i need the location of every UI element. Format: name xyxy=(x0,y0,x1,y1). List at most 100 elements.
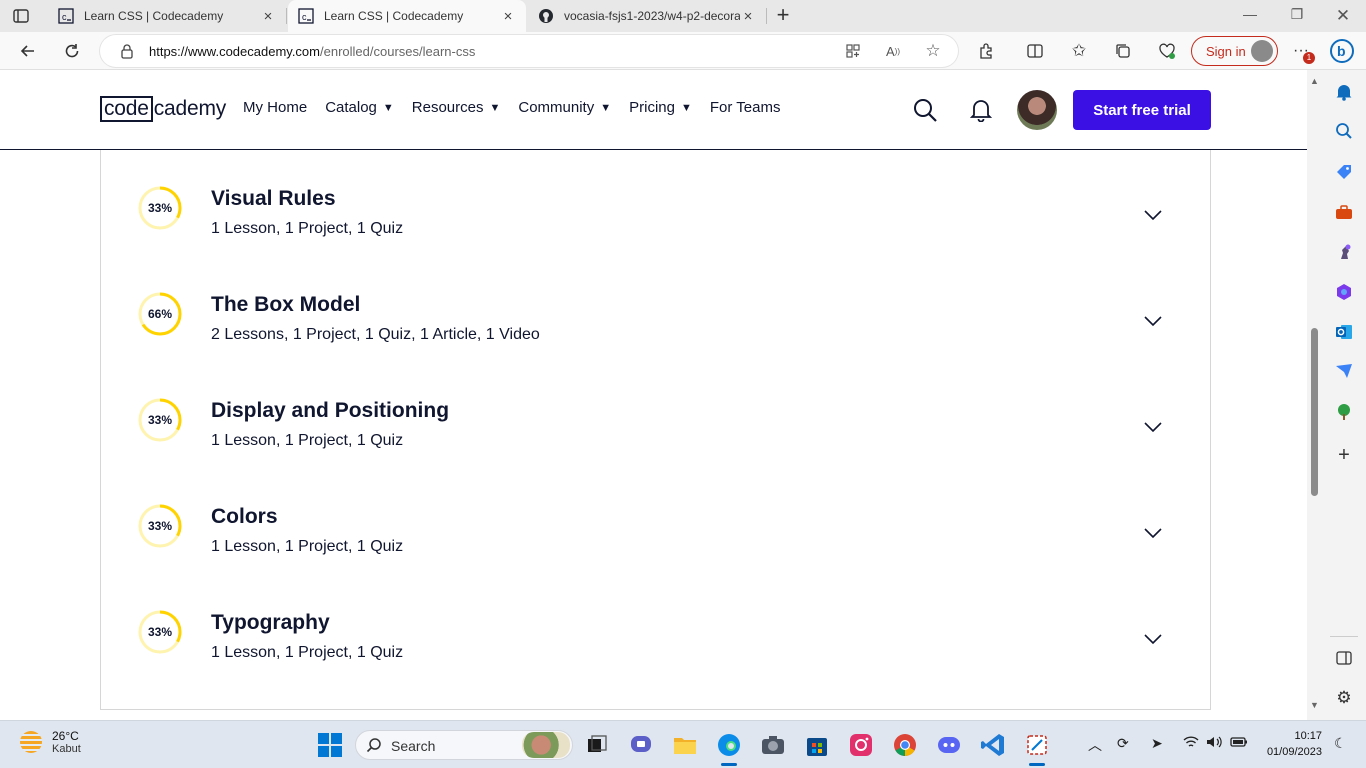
refresh-icon[interactable] xyxy=(60,39,84,63)
focus-moon-icon[interactable]: ☾ xyxy=(1334,735,1347,752)
sign-in-button[interactable]: Sign in xyxy=(1191,36,1278,66)
new-tab-button[interactable]: + xyxy=(772,4,794,27)
codecademy-logo[interactable]: code cademy xyxy=(100,96,226,122)
camera-icon[interactable] xyxy=(760,732,786,758)
collections-icon[interactable] xyxy=(1111,39,1135,63)
start-free-trial-button[interactable]: Start free trial xyxy=(1073,90,1211,130)
shopping-tag-icon[interactable] xyxy=(1334,162,1354,182)
discord-icon[interactable] xyxy=(936,732,962,758)
codecademy-favicon-icon: c xyxy=(298,8,314,24)
scrollbar-thumb[interactable] xyxy=(1311,328,1318,496)
page-scrollbar[interactable]: ▲ ▼ xyxy=(1307,70,1322,720)
vscode-icon[interactable] xyxy=(980,732,1006,758)
clock-time[interactable]: 10:17 xyxy=(1252,730,1322,742)
close-icon[interactable]: × xyxy=(500,8,516,25)
module-row[interactable]: 33% Colors 1 Lesson, 1 Project, 1 Quiz xyxy=(101,468,1210,574)
edge-browser-icon[interactable] xyxy=(716,732,742,758)
nav-label: Resources xyxy=(411,99,484,116)
windows-start-icon[interactable] xyxy=(317,732,343,758)
wifi-icon[interactable] xyxy=(1183,735,1199,752)
gear-icon[interactable]: ⚙ xyxy=(1334,688,1354,708)
minimize-icon[interactable]: — xyxy=(1240,6,1260,26)
main-nav: My Home Catalog ▼ Resources ▼ Community ▼ P… xyxy=(243,99,798,116)
chevron-down-icon[interactable] xyxy=(1142,522,1164,544)
module-row[interactable]: 66% The Box Model 2 Lessons, 1 Project, … xyxy=(101,256,1210,362)
scroll-down-arrow-icon[interactable]: ▼ xyxy=(1310,700,1319,710)
instagram-icon[interactable] xyxy=(848,732,874,758)
outlook-icon[interactable] xyxy=(1334,322,1354,342)
url-host: https://www.codecademy.com xyxy=(149,44,320,59)
module-title: Colors xyxy=(211,505,278,528)
browser-tab-3[interactable]: vocasia-fsjs1-2023/w4-p2-decora × xyxy=(528,0,766,32)
nav-my-home[interactable]: My Home xyxy=(243,99,307,116)
lock-icon[interactable] xyxy=(120,43,134,59)
teams-chat-icon[interactable] xyxy=(628,732,654,758)
window-close-icon[interactable]: ✕ xyxy=(1333,6,1353,26)
app-available-icon[interactable] xyxy=(843,41,863,61)
chevron-down-icon[interactable] xyxy=(1142,628,1164,650)
chrome-icon[interactable] xyxy=(892,732,918,758)
snipping-tool-icon[interactable] xyxy=(1024,732,1050,758)
favorites-icon[interactable]: ✩ xyxy=(1067,39,1091,63)
task-view-icon[interactable] xyxy=(584,732,610,758)
microsoft-store-icon[interactable] xyxy=(804,732,830,758)
bell-icon[interactable] xyxy=(1334,82,1354,102)
close-icon[interactable]: × xyxy=(740,8,756,25)
browser-tab-1[interactable]: c Learn CSS | Codecademy × xyxy=(48,0,286,32)
tab-divider xyxy=(286,8,287,24)
clock-date[interactable]: 01/09/2023 xyxy=(1252,746,1322,758)
nav-pricing[interactable]: Pricing ▼ xyxy=(629,99,692,116)
user-avatar[interactable] xyxy=(1017,90,1057,130)
hide-sidebar-icon[interactable] xyxy=(1334,648,1354,668)
extensions-icon[interactable] xyxy=(974,39,998,63)
search-icon xyxy=(366,737,382,758)
back-arrow-icon[interactable] xyxy=(16,39,40,63)
chevron-up-icon[interactable]: ︿ xyxy=(1088,735,1102,755)
games-icon[interactable] xyxy=(1334,242,1354,262)
scroll-up-arrow-icon[interactable]: ▲ xyxy=(1310,76,1319,86)
location-arrow-icon[interactable]: ➤ xyxy=(1151,735,1163,752)
toolbox-icon[interactable] xyxy=(1334,202,1354,222)
send-icon[interactable] xyxy=(1334,361,1354,381)
chevron-down-icon[interactable] xyxy=(1142,310,1164,332)
browser-tab-2-active[interactable]: c Learn CSS | Codecademy × xyxy=(288,0,526,32)
chevron-down-icon[interactable] xyxy=(1142,204,1164,226)
module-row[interactable]: 33% Typography 1 Lesson, 1 Project, 1 Qu… xyxy=(101,574,1210,680)
chevron-down-icon[interactable] xyxy=(1142,416,1164,438)
nav-for-teams[interactable]: For Teams xyxy=(710,99,781,116)
battery-icon[interactable] xyxy=(1230,735,1248,752)
weather-widget[interactable]: 26°C Kabut xyxy=(20,729,81,755)
add-icon[interactable]: + xyxy=(1334,444,1354,466)
tab-divider xyxy=(766,8,767,24)
favorite-star-icon[interactable]: ☆ xyxy=(923,41,943,61)
progress-ring: 66% xyxy=(137,291,183,337)
nav-community[interactable]: Community ▼ xyxy=(518,99,611,116)
nav-label: For Teams xyxy=(709,99,781,116)
module-title: Display and Positioning xyxy=(211,399,450,422)
module-row[interactable]: 33% Display and Positioning 1 Lesson, 1 … xyxy=(101,362,1210,468)
search-icon[interactable] xyxy=(1334,121,1354,141)
microsoft-365-icon[interactable] xyxy=(1334,282,1354,302)
module-subtitle: 1 Lesson, 1 Project, 1 Quiz xyxy=(211,644,404,661)
sync-icon[interactable]: ⟳ xyxy=(1117,735,1129,752)
browser-essentials-icon[interactable] xyxy=(1155,39,1179,63)
tree-icon[interactable] xyxy=(1334,402,1354,422)
close-icon[interactable]: × xyxy=(260,8,276,25)
module-subtitle: 1 Lesson, 1 Project, 1 Quiz xyxy=(211,538,404,555)
nav-resources[interactable]: Resources ▼ xyxy=(412,99,501,116)
search-highlight-image xyxy=(522,732,570,758)
module-row[interactable]: 33% Visual Rules 1 Lesson, 1 Project, 1 … xyxy=(101,150,1210,256)
read-aloud-icon[interactable]: A)) xyxy=(883,41,903,61)
notification-bell-icon[interactable] xyxy=(967,96,995,124)
search-icon[interactable] xyxy=(911,96,939,124)
split-screen-icon[interactable] xyxy=(1023,39,1047,63)
bing-copilot-icon[interactable]: b xyxy=(1330,39,1354,63)
address-bar[interactable]: https://www.codecademy.com/enrolled/cour… xyxy=(100,35,958,67)
tab-actions-icon[interactable] xyxy=(12,7,30,25)
taskbar-search-box[interactable]: Search xyxy=(355,730,573,760)
svg-text:c: c xyxy=(62,12,67,22)
file-explorer-icon[interactable] xyxy=(672,732,698,758)
restore-icon[interactable]: ❐ xyxy=(1287,6,1307,26)
nav-catalog[interactable]: Catalog ▼ xyxy=(325,99,394,116)
volume-icon[interactable] xyxy=(1206,735,1222,752)
